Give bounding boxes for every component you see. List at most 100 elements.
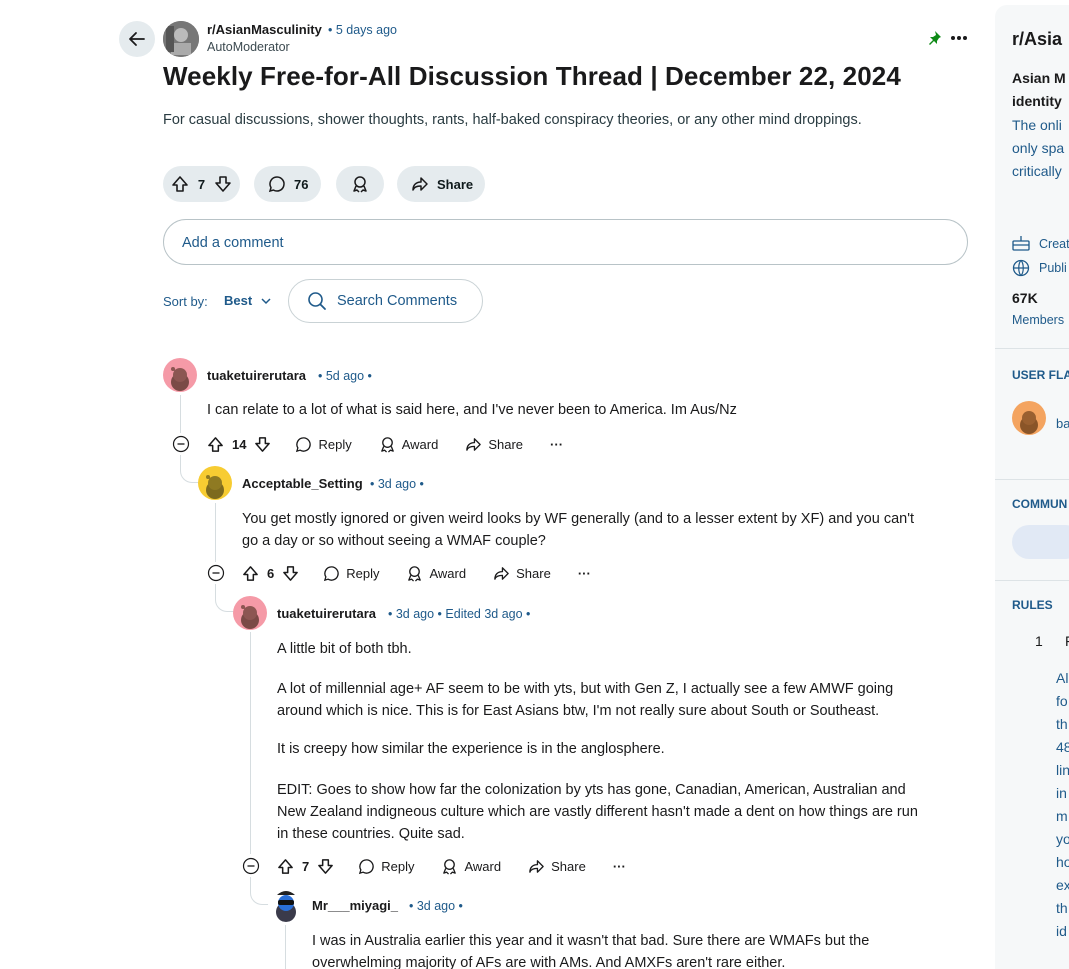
sidebar-title: r/Asia	[1012, 29, 1063, 49]
community-button[interactable]	[1012, 525, 1069, 559]
share-button[interactable]: Share	[397, 166, 485, 202]
rules-heading: RULES	[1012, 598, 1053, 612]
members-count: 67K	[1012, 290, 1038, 306]
vote-count: 7	[197, 176, 206, 192]
award-button[interactable]	[336, 166, 384, 202]
collapse-icon[interactable]	[172, 435, 190, 453]
thread-line-3[interactable]	[250, 632, 251, 854]
share-label: Share	[437, 176, 474, 192]
sidebar-desc: The onli	[1012, 117, 1062, 133]
downvote-icon[interactable]	[317, 858, 334, 875]
rule-text-line: in	[1056, 785, 1067, 801]
award-button[interactable]: Award	[406, 565, 466, 582]
share-button[interactable]: Share	[528, 858, 586, 875]
award-label: Award	[464, 858, 502, 874]
avatar[interactable]	[268, 886, 304, 922]
post-author[interactable]: AutoModerator	[207, 40, 290, 54]
thread-line-2[interactable]	[215, 503, 216, 562]
more-button[interactable]: ···	[578, 566, 591, 581]
reply-icon	[323, 565, 340, 582]
comment-paragraph-line: in these countries. Quite sad.	[277, 826, 465, 842]
rule-text-line: fo	[1056, 693, 1068, 709]
comment-paragraph-line: EDIT: Goes to show how far the colonizat…	[277, 782, 906, 798]
vote-pill: 7	[163, 166, 240, 202]
award-icon	[441, 858, 458, 875]
downvote-icon[interactable]	[214, 175, 232, 193]
downvote-icon[interactable]	[282, 565, 299, 582]
award-icon	[379, 436, 396, 453]
share-button[interactable]: Share	[493, 565, 551, 582]
add-comment-placeholder: Add a comment	[182, 235, 284, 251]
thread-line-1[interactable]	[180, 395, 181, 433]
share-button[interactable]: Share	[465, 436, 523, 453]
rule-text-line: th	[1056, 716, 1068, 732]
award-icon	[351, 175, 369, 193]
comment-votes: 14	[207, 436, 271, 453]
award-label: Award	[401, 436, 439, 452]
reply-button[interactable]: Reply	[295, 436, 352, 453]
sidebar-desc: critically	[1012, 163, 1062, 179]
rule-text-line: th	[1056, 900, 1068, 916]
collapse-icon[interactable]	[207, 564, 225, 582]
rule-text-line: ho	[1056, 854, 1069, 870]
sidebar-desc-bold: Asian M	[1012, 70, 1066, 86]
reply-label: Reply	[318, 436, 352, 452]
comment-username[interactable]: Mr___miyagi_	[312, 898, 398, 913]
comment-body: I can relate to a lot of what is said he…	[207, 402, 737, 418]
comment-username[interactable]: tuaketuirerutara	[207, 368, 306, 383]
community-sidebar: r/Asia Asian M identity The onli only sp…	[995, 5, 1069, 969]
upvote-icon[interactable]	[242, 565, 259, 582]
award-button[interactable]: Award	[441, 858, 501, 875]
more-icon: ···	[612, 858, 626, 874]
back-button[interactable]	[119, 21, 155, 57]
comment-actions: 6 Reply Award Share ···	[207, 561, 618, 585]
reply-icon	[358, 858, 375, 875]
upvote-icon[interactable]	[171, 175, 189, 193]
cake-icon	[1012, 235, 1030, 251]
more-button[interactable]: ···	[613, 859, 626, 874]
comment-username[interactable]: Acceptable_Setting	[242, 476, 363, 491]
more-icon: ···	[550, 436, 564, 452]
reply-button[interactable]: Reply	[358, 858, 414, 875]
more-button[interactable]: ···	[550, 437, 563, 452]
reply-button[interactable]: Reply	[323, 565, 379, 582]
comment-icon	[268, 175, 286, 193]
search-comments-button[interactable]: Search Comments	[288, 279, 483, 323]
reply-label: Reply	[346, 565, 380, 581]
members-label: Members	[1012, 313, 1065, 327]
more-options-icon[interactable]	[950, 30, 968, 46]
sort-dropdown[interactable]: Best	[224, 293, 272, 308]
rule-text-line: ex	[1056, 877, 1069, 893]
award-button[interactable]: Award	[379, 436, 439, 453]
add-comment-input[interactable]: Add a comment	[163, 219, 968, 265]
award-label: Award	[429, 565, 467, 581]
comments-button[interactable]: 76	[254, 166, 321, 202]
post-time: • 5 days ago	[328, 23, 398, 37]
rule-text-line: Al	[1056, 670, 1069, 686]
upvote-icon[interactable]	[207, 436, 224, 453]
avatar[interactable]	[198, 466, 232, 500]
comment-votes: 7	[277, 858, 334, 875]
post-body: For casual discussions, shower thoughts,…	[163, 112, 862, 128]
thread-line-4[interactable]	[285, 925, 286, 969]
search-icon	[307, 291, 327, 311]
sidebar-desc: only spa	[1012, 140, 1065, 156]
sort-label: Sort by:	[163, 294, 208, 309]
upvote-icon[interactable]	[277, 858, 294, 875]
avatar[interactable]	[233, 596, 267, 630]
share-icon	[411, 175, 429, 193]
more-icon: ···	[577, 565, 591, 581]
reply-icon	[295, 436, 312, 453]
comment-username[interactable]: tuaketuirerutara	[277, 606, 376, 621]
rule-number: 1	[1035, 633, 1043, 649]
downvote-icon[interactable]	[254, 436, 271, 453]
divider	[995, 348, 1069, 349]
avatar[interactable]	[163, 358, 197, 392]
subreddit-name[interactable]: r/AsianMasculinity	[207, 22, 322, 37]
subreddit-avatar[interactable]	[163, 21, 199, 57]
collapse-icon[interactable]	[242, 857, 260, 875]
comment-paragraph: It is creepy how similar the experience …	[277, 741, 665, 757]
rule-text-line: lin	[1056, 762, 1069, 778]
comment-meta: • 3d ago •	[370, 477, 424, 491]
rule-title[interactable]: F	[1065, 633, 1069, 649]
